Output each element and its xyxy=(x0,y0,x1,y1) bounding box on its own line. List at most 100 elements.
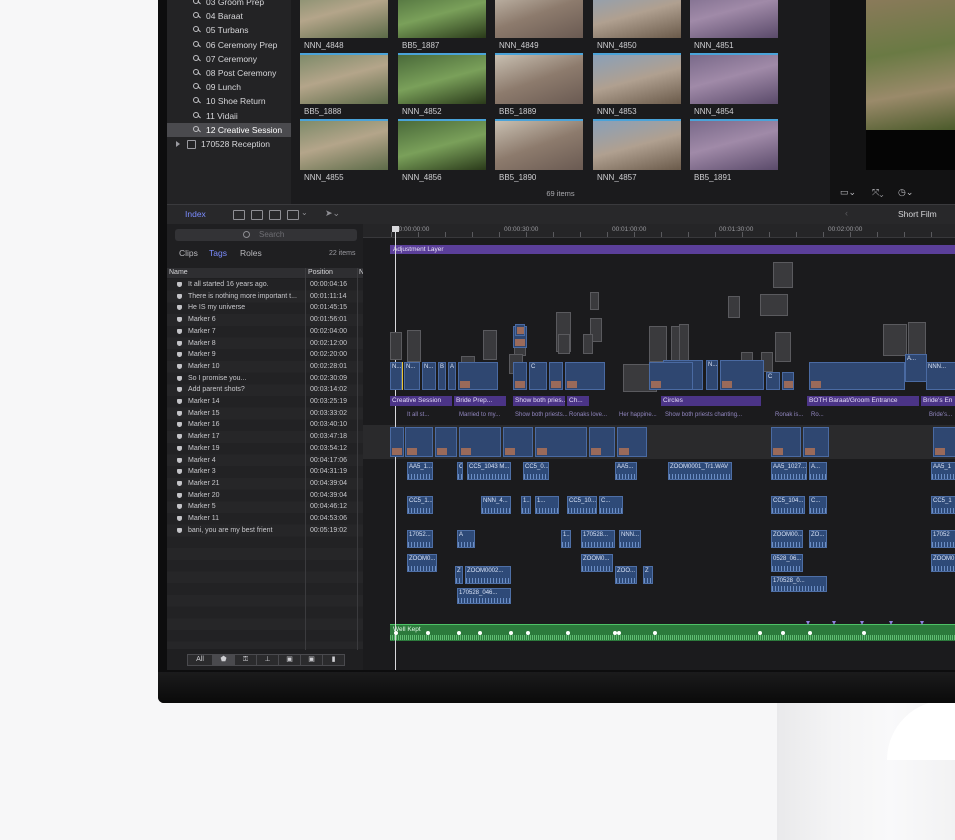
audio-clip[interactable]: 170528_0... xyxy=(771,576,827,592)
audio-clip[interactable]: C... xyxy=(809,496,827,514)
marker-row[interactable]: Marker 19 00:03:54:12 xyxy=(167,443,363,455)
filter-all-button[interactable]: All xyxy=(187,654,213,666)
filter-analysis-icon[interactable]: ⊥ xyxy=(256,654,279,666)
audio-clip[interactable]: AA5_1027... xyxy=(771,462,807,480)
clip-thumbnail[interactable] xyxy=(593,53,681,104)
audio-clip[interactable]: 17052... xyxy=(407,530,433,548)
audio-clip[interactable]: ZOOM0... xyxy=(581,554,613,572)
timeline-ruler[interactable]: 00:00:00:00 00:00:30:00 00:01:00:00 00:01:3… xyxy=(363,224,955,238)
video-clip[interactable]: B xyxy=(438,362,446,390)
keyword-collection-item[interactable]: 08 Post Ceremony xyxy=(167,66,291,80)
connected-clip-stack[interactable] xyxy=(728,296,740,318)
caption-label[interactable]: Show both priests chanting... xyxy=(665,412,742,418)
marker-row[interactable]: Marker 14 00:03:25:19 xyxy=(167,396,363,408)
marker-row[interactable]: Add parent shots? 00:03:14:02 xyxy=(167,384,363,396)
audio-clip[interactable]: 1... xyxy=(521,496,531,514)
audio-clip[interactable]: ZOOM00... xyxy=(771,530,803,548)
clip-thumbnail[interactable] xyxy=(398,119,486,170)
audio-clip[interactable]: C... xyxy=(599,496,623,514)
connected-clip-stack[interactable] xyxy=(775,332,791,362)
storyline-clip[interactable] xyxy=(933,427,955,457)
audio-clip[interactable]: CC5_1043 M... xyxy=(467,462,511,480)
video-clip[interactable]: NNN... xyxy=(926,362,955,390)
audio-clip[interactable]: CC5_1 xyxy=(931,496,955,514)
connected-clip-stack[interactable] xyxy=(773,262,793,288)
keyword-collection-item[interactable]: 12 Creative Session xyxy=(167,122,291,137)
clip-thumbnail[interactable] xyxy=(398,0,486,38)
audio-clip[interactable]: 17052 xyxy=(931,530,955,548)
connected-clip-stack[interactable] xyxy=(390,332,402,360)
video-clip[interactable]: N... xyxy=(706,360,718,390)
marker-icon[interactable] xyxy=(832,621,836,625)
connected-clip-stack[interactable] xyxy=(883,324,907,356)
connected-clip-stack[interactable] xyxy=(583,334,593,354)
marker-row[interactable]: Marker 4 00:04:17:06 xyxy=(167,455,363,467)
audio-clip[interactable]: AA5... xyxy=(615,462,637,480)
marker-row[interactable]: Marker 8 00:02:12:00 xyxy=(167,338,363,350)
caption-label[interactable]: Show both priests... xyxy=(515,412,568,418)
clip-thumbnail[interactable] xyxy=(593,119,681,170)
storyline-label[interactable]: Bride's En xyxy=(921,396,955,406)
storyline-clip[interactable] xyxy=(589,427,615,457)
storyline-label[interactable]: BOTH Baraat/Groom Entrance xyxy=(807,396,919,406)
video-clip[interactable]: A xyxy=(448,362,456,390)
marker-row[interactable]: Marker 16 00:03:40:10 xyxy=(167,419,363,431)
connected-clip-stack[interactable] xyxy=(908,322,926,356)
storyline-label[interactable]: Ch... xyxy=(567,396,589,406)
audio-clip[interactable]: ZOOM0001_Tr1.WAV xyxy=(668,462,732,480)
storyline-clip[interactable] xyxy=(435,427,457,457)
volume-keyframe[interactable] xyxy=(509,631,513,635)
keyword-collection-item[interactable]: 06 Ceremony Prep xyxy=(167,38,291,52)
volume-keyframe[interactable] xyxy=(862,631,866,635)
volume-keyframe[interactable] xyxy=(758,631,762,635)
keyword-collection-item[interactable]: 04 Baraat xyxy=(167,9,291,23)
marker-icon[interactable] xyxy=(889,621,893,625)
music-clip[interactable]: Well Kept xyxy=(390,624,955,641)
video-clip[interactable] xyxy=(782,372,794,390)
marker-icon[interactable] xyxy=(860,621,864,625)
overwrite-clip-icon[interactable] xyxy=(287,210,299,220)
audio-clip[interactable]: ZOO... xyxy=(615,566,637,584)
storyline-clip[interactable] xyxy=(771,427,801,457)
video-clip[interactable]: C xyxy=(766,372,780,390)
video-clip[interactable] xyxy=(549,362,563,390)
keyword-collection-item[interactable]: 09 Lunch xyxy=(167,80,291,94)
transform-tool-icon[interactable]: ⤧⌄ xyxy=(872,186,883,198)
marker-row[interactable]: Marker 17 00:03:47:18 xyxy=(167,431,363,443)
volume-keyframe[interactable] xyxy=(808,631,812,635)
marker-row[interactable]: bani, you are my best frient 00:05:19:02 xyxy=(167,525,363,537)
storyline-label[interactable]: Show both pries... xyxy=(513,396,565,406)
edit-options-chevron-icon[interactable]: ⌄ xyxy=(301,208,308,217)
video-clip[interactable] xyxy=(720,360,764,390)
connected-clip-stack[interactable] xyxy=(590,292,599,310)
index-search-field[interactable]: Search xyxy=(175,229,357,241)
clip-thumbnail[interactable] xyxy=(690,0,778,38)
caption-label[interactable]: Her happine... xyxy=(619,412,657,418)
marker-row[interactable]: Marker 21 00:04:39:04 xyxy=(167,478,363,490)
back-icon[interactable]: ‹ xyxy=(845,208,848,218)
audio-clip[interactable]: CC5_0... xyxy=(523,462,549,480)
audio-clip[interactable]: 1... xyxy=(535,496,559,514)
audio-clip[interactable]: C xyxy=(457,462,463,480)
volume-keyframe[interactable] xyxy=(566,631,570,635)
clip-thumbnail[interactable] xyxy=(593,0,681,38)
volume-keyframe[interactable] xyxy=(394,631,398,635)
keyword-collection-item[interactable]: 10 Shoe Return xyxy=(167,94,291,108)
keyword-collection-item[interactable]: 03 Groom Prep xyxy=(167,0,291,9)
caption-label[interactable]: Ronaks love... xyxy=(569,412,607,418)
insert-clip-icon[interactable] xyxy=(251,210,263,220)
storyline-label[interactable]: Circles xyxy=(661,396,761,406)
filter-chapter-icon[interactable]: ▮ xyxy=(322,654,345,666)
video-clip[interactable]: A... xyxy=(905,354,927,382)
storyline-clip[interactable] xyxy=(803,427,829,457)
audio-clip[interactable]: AA5_1 xyxy=(931,462,955,480)
tab-roles[interactable]: Roles xyxy=(240,248,262,258)
video-clip[interactable] xyxy=(565,362,605,390)
filter-markers-button[interactable]: ⬟ xyxy=(212,654,235,666)
audio-clip[interactable]: Z xyxy=(643,566,653,584)
column-name[interactable]: Name xyxy=(169,268,188,278)
marker-row[interactable]: Marker 3 00:04:31:19 xyxy=(167,466,363,478)
audio-clip[interactable]: CC5_1... xyxy=(407,496,433,514)
keyword-collection-item[interactable]: 05 Turbans xyxy=(167,23,291,37)
storyline-clip[interactable] xyxy=(390,427,404,457)
